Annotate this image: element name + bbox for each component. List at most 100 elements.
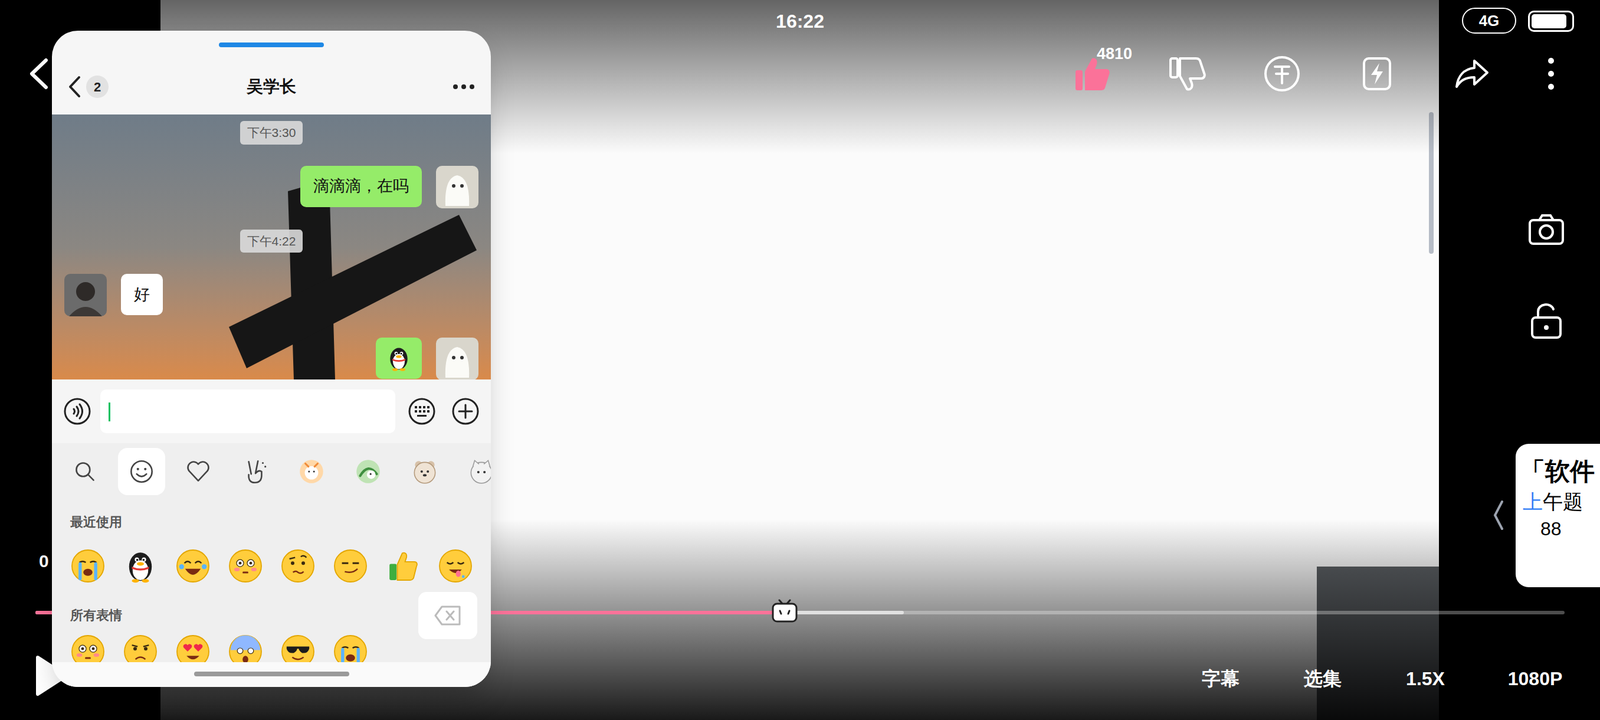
message-bubble[interactable]: 滴滴滴，在吗 <box>300 165 422 208</box>
drool-emoji-icon[interactable] <box>437 548 474 584</box>
drag-handle[interactable] <box>218 42 324 48</box>
elapsed-time: 0 <box>38 547 49 575</box>
contact-avatar[interactable] <box>64 273 107 317</box>
back-icon[interactable] <box>25 57 54 90</box>
emoji-tab-body[interactable] <box>61 447 109 495</box>
chat-window[interactable]: 2 吴学长下午3:30 滴滴滴，在吗下午4:22 好最近使用所有表情 <box>51 30 491 687</box>
player-control-button[interactable]: 字幕 <box>1169 664 1272 693</box>
home-indicator[interactable] <box>194 671 350 677</box>
keyboard-icon[interactable] <box>407 397 436 426</box>
flushed-emoji-icon[interactable] <box>227 548 264 584</box>
subtitle-part: 午题 <box>1542 490 1583 513</box>
emoji-tab-body[interactable] <box>287 447 336 495</box>
timestamp: 下午3:30 <box>240 120 304 145</box>
plus-icon[interactable] <box>451 397 480 426</box>
input-bar <box>51 379 491 444</box>
penguin-icon <box>385 344 413 372</box>
message-input[interactable] <box>108 389 388 434</box>
progress-handle-icon[interactable] <box>771 598 799 624</box>
backspace-icon <box>433 604 462 626</box>
emoji-row <box>70 548 491 584</box>
share-icon[interactable] <box>1453 54 1491 93</box>
series-card[interactable]: 「软件上午题88 <box>1515 443 1600 588</box>
emoji-section-label: 最近使用 <box>70 513 491 531</box>
text-cursor <box>108 402 111 422</box>
my-avatar[interactable] <box>435 165 479 209</box>
emoji-tab[interactable] <box>56 447 114 495</box>
message-bubble[interactable]: 好 <box>120 273 163 316</box>
more-icon[interactable] <box>451 83 476 91</box>
emoji-tab[interactable] <box>226 447 284 495</box>
emoji-tab-body[interactable] <box>344 447 392 495</box>
message-row: 滴滴滴，在吗 <box>64 165 479 209</box>
subtitle-part: 上 <box>1522 490 1543 513</box>
search-icon <box>69 456 101 487</box>
emoji-tab-body[interactable] <box>117 447 166 495</box>
player-control-button[interactable]: 1.5X <box>1373 664 1478 693</box>
time-row: 下午3:30 <box>64 120 479 145</box>
emoji-panel: 最近使用所有表情 <box>51 499 491 687</box>
heart-icon <box>182 456 214 487</box>
message-row: 好 <box>64 273 479 317</box>
thumbs-up-emoji-icon[interactable] <box>385 548 421 584</box>
delete-button[interactable] <box>418 591 478 639</box>
more-icon[interactable] <box>1537 54 1565 93</box>
collapse-icon[interactable] <box>1492 499 1505 531</box>
unlock-icon[interactable] <box>1528 300 1565 340</box>
series-card-count: 88 <box>1520 517 1600 540</box>
header-actions <box>296 83 476 91</box>
emoji-tab[interactable] <box>283 447 340 495</box>
message-text: 滴滴滴，在吗 <box>313 174 409 199</box>
emoji-tab[interactable] <box>169 447 227 495</box>
emoji-tabs <box>51 443 491 500</box>
gesture-icon <box>239 456 271 487</box>
message-row <box>64 337 479 380</box>
thumbs-down-icon[interactable] <box>1168 54 1206 93</box>
emoji-tab-body[interactable] <box>174 447 222 495</box>
emoji-tab[interactable] <box>339 447 397 495</box>
back-icon[interactable] <box>67 74 82 99</box>
sticker-bear-icon <box>409 456 441 487</box>
emoji-tab-body[interactable] <box>401 447 449 495</box>
player-control-button[interactable]: 1080P <box>1477 664 1593 693</box>
camera-icon[interactable] <box>1527 210 1566 249</box>
emoji-tab[interactable] <box>113 447 170 495</box>
message-text: 好 <box>133 282 150 307</box>
penguin-emoji-icon[interactable] <box>122 548 159 584</box>
voice-icon[interactable] <box>63 397 92 426</box>
action-bar: 4810 <box>1073 54 1491 93</box>
sticker-bubble[interactable] <box>375 337 422 379</box>
player-control-button[interactable]: 选集 <box>1271 664 1374 693</box>
like-count: 4810 <box>1096 41 1133 67</box>
window-drag-area[interactable] <box>51 30 491 59</box>
chat-header: 2 吴学长 <box>51 58 491 115</box>
series-card-title: 「软件 <box>1520 456 1600 487</box>
timestamp: 下午4:22 <box>240 229 304 254</box>
message-area[interactable]: 下午3:30 滴滴滴，在吗下午4:22 好 <box>51 114 491 380</box>
chat-title: 吴学长 <box>246 74 297 100</box>
network-badge: 4G <box>1461 7 1517 34</box>
player-controls: 字幕选集1.5X1080P <box>1169 664 1593 693</box>
laugh-cry-emoji-icon[interactable] <box>175 548 211 584</box>
my-avatar[interactable] <box>435 337 479 380</box>
emoji-tab-body[interactable] <box>231 447 279 495</box>
cry-emoji-icon[interactable] <box>70 548 106 584</box>
battery-level <box>1531 14 1567 29</box>
emoji-tab[interactable] <box>453 447 491 495</box>
smirk-emoji-icon[interactable] <box>332 548 369 584</box>
message-list: 下午3:30 滴滴滴，在吗下午4:22 好 <box>51 114 491 380</box>
time-row: 下午4:22 <box>64 229 479 254</box>
emoji-tab-body[interactable] <box>457 447 491 495</box>
back-group[interactable]: 2 <box>67 74 247 99</box>
like-button[interactable]: 4810 <box>1073 54 1111 93</box>
sticker-orange-icon <box>296 456 327 487</box>
message-field[interactable] <box>100 389 396 434</box>
doubt-emoji-icon[interactable] <box>280 548 316 584</box>
coin-icon[interactable] <box>1263 54 1301 93</box>
home-indicator-area <box>51 661 491 687</box>
series-card-subtitle: 上午题 <box>1520 489 1600 514</box>
unread-badge: 2 <box>86 75 109 98</box>
charge-icon[interactable] <box>1358 54 1396 93</box>
emoji-tab[interactable] <box>396 447 454 495</box>
sticker-cat-icon <box>466 456 491 487</box>
